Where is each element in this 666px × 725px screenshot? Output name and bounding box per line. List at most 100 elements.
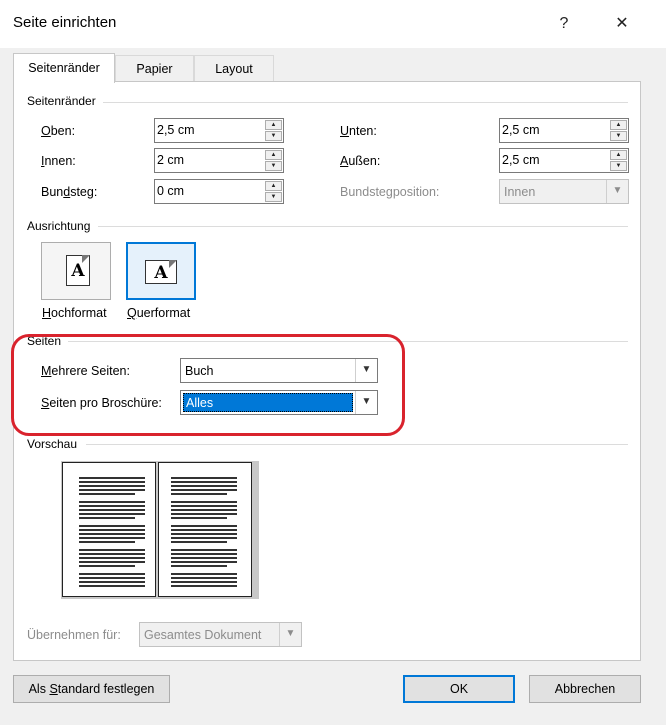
- set-default-button[interactable]: Als Standard festlegen: [13, 675, 170, 703]
- bundsteg-value: 0 cm: [157, 184, 185, 198]
- preview-text-line: [171, 553, 237, 555]
- preview-text-line: [171, 541, 227, 543]
- preview-text-line: [171, 577, 237, 579]
- unten-value: 2,5 cm: [502, 123, 540, 137]
- spin-up-icon[interactable]: ▲: [265, 181, 282, 191]
- apply-to-select: Gesamtes Dokument ▼: [139, 622, 302, 647]
- aussen-stepper[interactable]: 2,5 cm ▲ ▼: [499, 148, 629, 173]
- label-aussen: Außen:: [340, 154, 381, 168]
- preview-text-line: [79, 485, 145, 487]
- oben-stepper[interactable]: 2,5 cm ▲ ▼: [154, 118, 284, 143]
- preview-text-line: [171, 581, 237, 583]
- preview-text-line: [79, 537, 145, 539]
- preview-text-line: [79, 549, 145, 551]
- preview-text-line: [171, 525, 237, 527]
- spin-down-icon[interactable]: ▼: [265, 161, 282, 171]
- oben-value: 2,5 cm: [157, 123, 195, 137]
- preview-text-line: [171, 517, 227, 519]
- spin-up-icon[interactable]: ▲: [265, 120, 282, 130]
- innen-value: 2 cm: [157, 153, 185, 167]
- preview-text-line: [171, 493, 227, 495]
- preview-left-page: [62, 462, 156, 597]
- preview-text-line: [79, 581, 145, 583]
- preview-text-line: [79, 517, 135, 519]
- section-label-preview: Vorschau: [27, 437, 82, 451]
- portrait-button[interactable]: A: [41, 242, 111, 300]
- spin-down-icon[interactable]: ▼: [265, 192, 282, 202]
- preview-text-line: [171, 489, 237, 491]
- preview-text-line: [79, 509, 145, 511]
- preview-text-line: [79, 505, 145, 507]
- aussen-value: 2,5 cm: [502, 153, 540, 167]
- cancel-button[interactable]: Abbrechen: [529, 675, 641, 703]
- landscape-label: Querformat: [127, 306, 191, 320]
- tab-seitenraender[interactable]: Seitenränder: [13, 53, 115, 83]
- preview-text-line: [79, 557, 145, 559]
- spin-down-icon[interactable]: ▼: [610, 131, 627, 141]
- apply-to-value: Gesamtes Dokument: [144, 628, 262, 642]
- unten-stepper[interactable]: 2,5 cm ▲ ▼: [499, 118, 629, 143]
- landscape-page-icon: A: [145, 260, 177, 284]
- preview-text-line: [171, 585, 237, 587]
- preview-text-line: [171, 501, 237, 503]
- spin-down-icon[interactable]: ▼: [265, 131, 282, 141]
- preview-text-line: [171, 485, 237, 487]
- spin-down-icon[interactable]: ▼: [610, 161, 627, 171]
- section-divider: [103, 102, 628, 103]
- preview-text-line: [171, 537, 237, 539]
- section-label-margins: Seitenränder: [27, 94, 100, 108]
- section-label-orientation: Ausrichtung: [27, 219, 95, 233]
- preview-text-line: [79, 573, 145, 575]
- preview-text-line: [171, 513, 237, 515]
- tab-layout[interactable]: Layout: [194, 55, 274, 81]
- spin-up-icon[interactable]: ▲: [610, 150, 627, 160]
- preview-text-line: [79, 501, 145, 503]
- preview-book: [61, 461, 259, 599]
- preview-text-line: [79, 481, 145, 483]
- preview-text-line: [171, 549, 237, 551]
- portrait-page-icon: A: [66, 255, 90, 286]
- dialog-title: Seite einrichten: [13, 14, 117, 31]
- preview-text-line: [171, 561, 237, 563]
- preview-text-line: [79, 585, 145, 587]
- label-bundstegposition: Bundstegposition:: [340, 185, 440, 199]
- preview-text-line: [79, 489, 145, 491]
- preview-text-line: [79, 493, 135, 495]
- preview-text-line: [79, 477, 145, 479]
- preview-text-line: [79, 553, 145, 555]
- preview-text-line: [171, 533, 237, 535]
- close-icon[interactable]: ✕: [608, 10, 636, 38]
- ok-button[interactable]: OK: [403, 675, 515, 703]
- preview-text-line: [79, 513, 145, 515]
- preview-text-line: [171, 505, 237, 507]
- preview-text-line: [79, 525, 145, 527]
- label-oben: Oben:: [41, 124, 76, 138]
- label-unten: Unten:: [340, 124, 377, 138]
- innen-stepper[interactable]: 2 cm ▲ ▼: [154, 148, 284, 173]
- preview-text-line: [79, 565, 135, 567]
- help-button[interactable]: ?: [550, 10, 578, 38]
- label-bundsteg: Bundsteg:: [41, 185, 98, 199]
- landscape-button[interactable]: A: [126, 242, 196, 300]
- bundstegposition-select: Innen ▼: [499, 179, 629, 204]
- preview-text-line: [79, 529, 145, 531]
- label-apply-to: Übernehmen für:: [27, 628, 121, 642]
- preview-text-line: [171, 573, 237, 575]
- spin-up-icon[interactable]: ▲: [265, 150, 282, 160]
- preview-text-line: [171, 557, 237, 559]
- label-innen: Innen:: [41, 154, 76, 168]
- portrait-label: Hochformat: [42, 306, 107, 320]
- preview-text-line: [79, 561, 145, 563]
- preview-text-line: [79, 577, 145, 579]
- bundsteg-stepper[interactable]: 0 cm ▲ ▼: [154, 179, 284, 204]
- chevron-down-icon: ▼: [606, 180, 628, 203]
- section-divider: [98, 226, 628, 227]
- spin-up-icon[interactable]: ▲: [610, 120, 627, 130]
- preview-text-line: [79, 533, 145, 535]
- section-divider: [86, 444, 628, 445]
- preview-right-page: [158, 462, 252, 597]
- preview-text-line: [171, 477, 237, 479]
- tab-papier[interactable]: Papier: [115, 55, 194, 81]
- preview-text-line: [171, 565, 227, 567]
- bundstegposition-value: Innen: [504, 185, 536, 199]
